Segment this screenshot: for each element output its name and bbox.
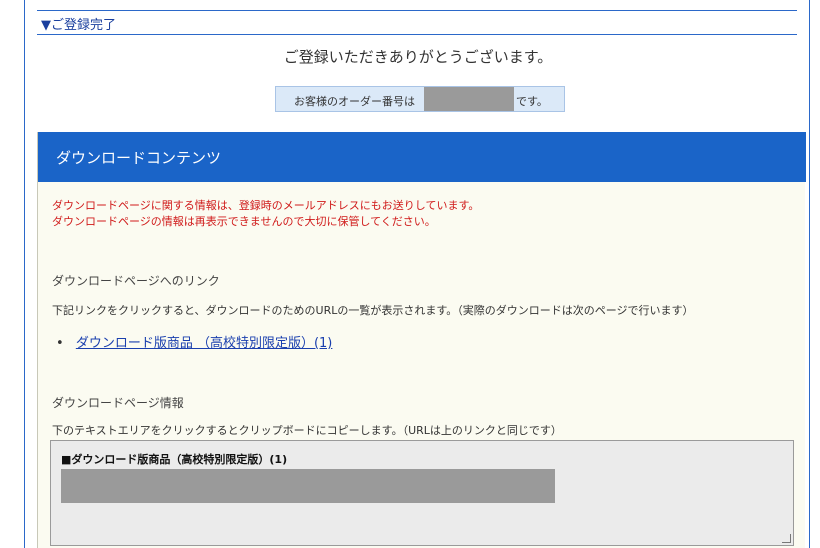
section-heading-label: ▼ご登録完了 [41, 18, 116, 33]
textarea-product-label: ■ダウンロード版商品（高校特別限定版）(1) [61, 453, 288, 466]
order-prefix: お客様のオーダー番号は [294, 95, 415, 108]
link-section-title: ダウンロードページへのリンク [52, 274, 220, 288]
notice-line-1: ダウンロードページに関する情報は、登録時のメールアドレスにもお送りしています。 [52, 199, 480, 212]
order-number-box: お客様のオーダー番号は です。 [275, 86, 565, 112]
section-heading: ▼ご登録完了 [37, 10, 797, 35]
main-frame: ▼ご登録完了 ご登録いただきありがとうございます。 お客様のオーダー番号は です… [24, 0, 810, 548]
download-content-title: ダウンロードコンテンツ [56, 149, 222, 167]
download-content-panel: ダウンロードコンテンツ ダウンロードページに関する情報は、登録時のメールアドレス… [37, 132, 806, 548]
notice-line-2: ダウンロードページの情報は再表示できませんので大切に保管してください。 [52, 215, 436, 228]
download-product-link[interactable]: ダウンロード版商品 （高校特別限定版）(1) [76, 336, 333, 351]
thanks-message: ご登録いただきありがとうございます。 [283, 48, 553, 66]
resize-handle-icon[interactable] [782, 534, 791, 543]
info-section-desc: 下のテキストエリアをクリックするとクリップボードにコピーします。（URLは上のリ… [52, 424, 562, 437]
list-bullet: • [56, 336, 64, 351]
download-notice: ダウンロードページに関する情報は、登録時のメールアドレスにもお送りしています。 … [52, 198, 479, 230]
info-section-title: ダウンロードページ情報 [52, 396, 184, 410]
textarea-url-redacted [61, 469, 555, 503]
download-content-header: ダウンロードコンテンツ [38, 132, 806, 182]
order-number-redacted [424, 87, 514, 111]
link-section-desc: 下記リンクをクリックすると、ダウンロードのためのURLの一覧が表示されます。（実… [52, 304, 694, 317]
download-info-textarea[interactable]: ■ダウンロード版商品（高校特別限定版）(1) [50, 440, 794, 546]
order-suffix: です。 [516, 95, 548, 108]
download-link-item: • ダウンロード版商品 （高校特別限定版）(1) [56, 332, 332, 351]
